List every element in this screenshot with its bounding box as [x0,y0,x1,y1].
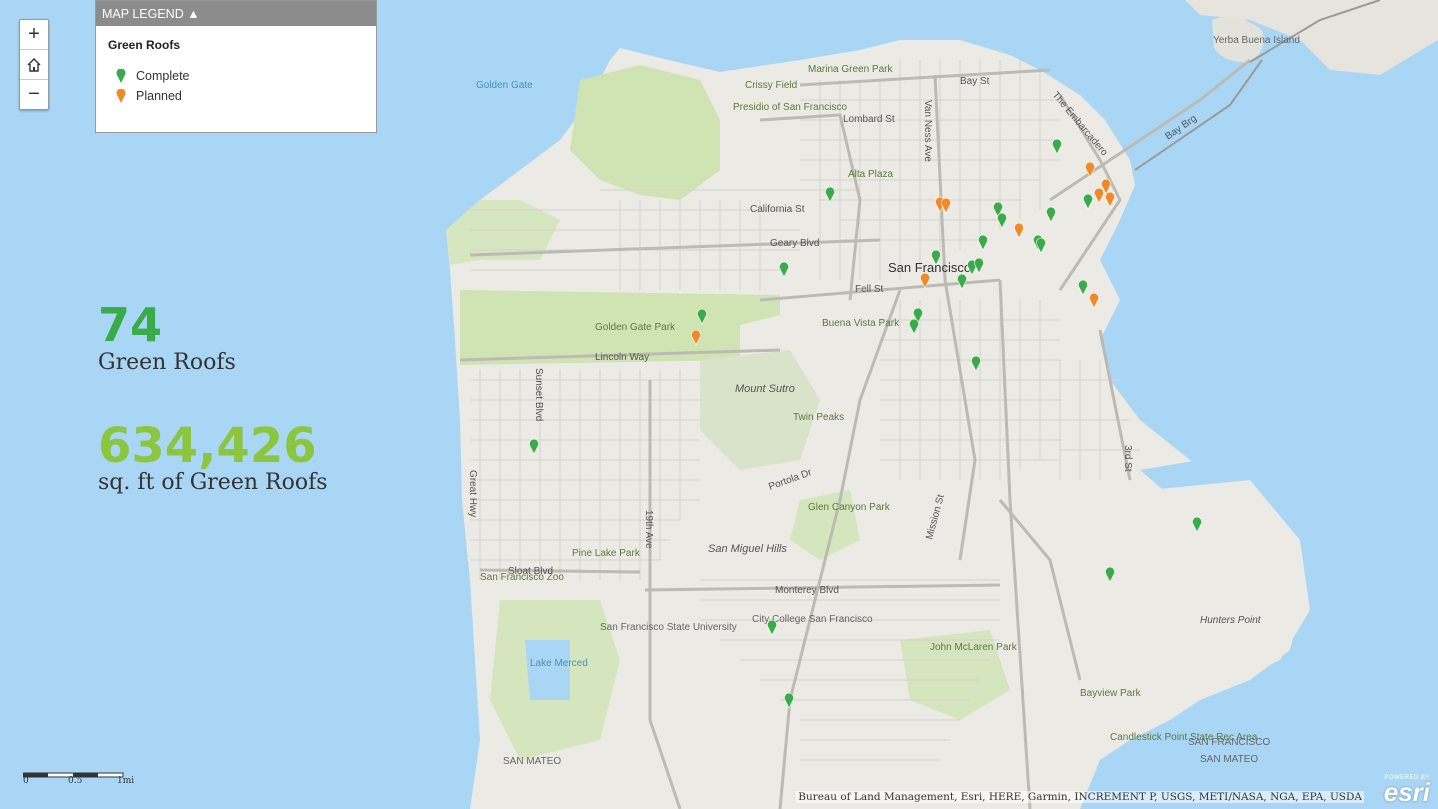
esri-logo[interactable]: POWERED BY esri [1383,775,1430,807]
map-label-van-ness: Van Ness Ave [922,100,933,162]
scale-label-half: 0.5 [68,776,83,786]
map-label-third: 3rd St [1122,445,1133,472]
legend-item-complete: Complete [116,66,364,86]
map-label-19th: 19th Ave [643,510,654,549]
map-label-bayview: Bayview Park [1080,688,1142,699]
zoom-in-button[interactable]: + [20,20,48,50]
map-label-yerba-buena: Yerba Buena Island [1213,35,1300,46]
esri-wordmark: esri [1383,777,1430,807]
scale-label-1mi: 1mi [117,776,135,786]
map-label-crissy: Crissy Field [745,80,797,91]
map-label-san-mateo: SAN MATEO [1200,754,1258,765]
map-label-sf-zoo: San Francisco Zoo [480,572,564,583]
roof-count-label: Green Roofs [98,350,236,375]
scale-bar: 0 0.5 1mi [22,766,134,786]
map-label-california: California St [750,204,805,215]
home-button[interactable] [20,50,48,80]
map-label-san-mateo-left: SAN MATEO [503,756,561,767]
map-attribution: Bureau of Land Management, Esri, HERE, G… [796,791,1364,803]
map-label-monterey: Monterey Blvd [775,585,839,596]
orange-pin-icon [116,89,126,103]
legend-header-text: MAP LEGEND ▲ [102,6,200,21]
roof-count-value: 74 [98,298,163,352]
map-label-hunters: Hunters Point [1200,615,1262,626]
map-label-lombard: Lombard St [843,114,895,125]
map-label-bay-st: Bay St [960,76,990,87]
map-label-lake-merced: Lake Merced [530,658,588,669]
map-label-great-hwy: Great Hwy [467,470,478,517]
map-label-sunset: Sunset Blvd [533,368,544,421]
map-label-golden-gate-park: Golden Gate Park [595,322,676,333]
roof-area-label: sq. ft of Green Roofs [98,470,328,495]
map-label-golden-gate: Golden Gate [476,80,533,91]
legend-toggle[interactable]: MAP LEGEND ▲ [96,1,376,26]
zoom-out-button[interactable]: − [20,80,48,109]
map-label-pine-lake: Pine Lake Park [572,548,641,559]
map-label-alta-plaza: Alta Plaza [848,169,893,180]
map-label-sf-state: San Francisco State University [600,622,737,633]
map-label-fell: Fell St [855,284,884,295]
map-label-geary: Geary Blvd [770,238,819,249]
map-label-san-miguel: San Miguel Hills [708,543,787,555]
map-label-sf-bottom: SAN FRANCISCO [1188,737,1270,748]
roof-area-value: 634,426 [98,418,317,474]
map-label-mount-sutro: Mount Sutro [735,383,795,395]
map-label-glen-canyon: Glen Canyon Park [808,502,891,513]
map-label-san-francisco: San Francisco [888,260,971,275]
legend-label-complete: Complete [136,69,190,83]
legend-item-planned: Planned [116,86,364,106]
map-label-twin-peaks: Twin Peaks [793,412,844,423]
map-legend: MAP LEGEND ▲ Green Roofs Complete Planne… [95,0,377,133]
map-label-presidio: Presidio of San Francisco [733,102,847,113]
legend-layer-title: Green Roofs [108,38,181,52]
map-label-mclaren: John McLaren Park [930,642,1018,653]
map-label-lincoln: Lincoln Way [595,352,649,363]
home-icon [27,57,41,72]
legend-label-planned: Planned [136,89,182,103]
map-label-buena-vista: Buena Vista Park [822,318,900,329]
scale-label-0: 0 [23,776,29,786]
zoom-control: + − [19,19,49,110]
map-label-marina: Marina Green Park [808,64,893,75]
green-pin-icon [116,69,126,83]
